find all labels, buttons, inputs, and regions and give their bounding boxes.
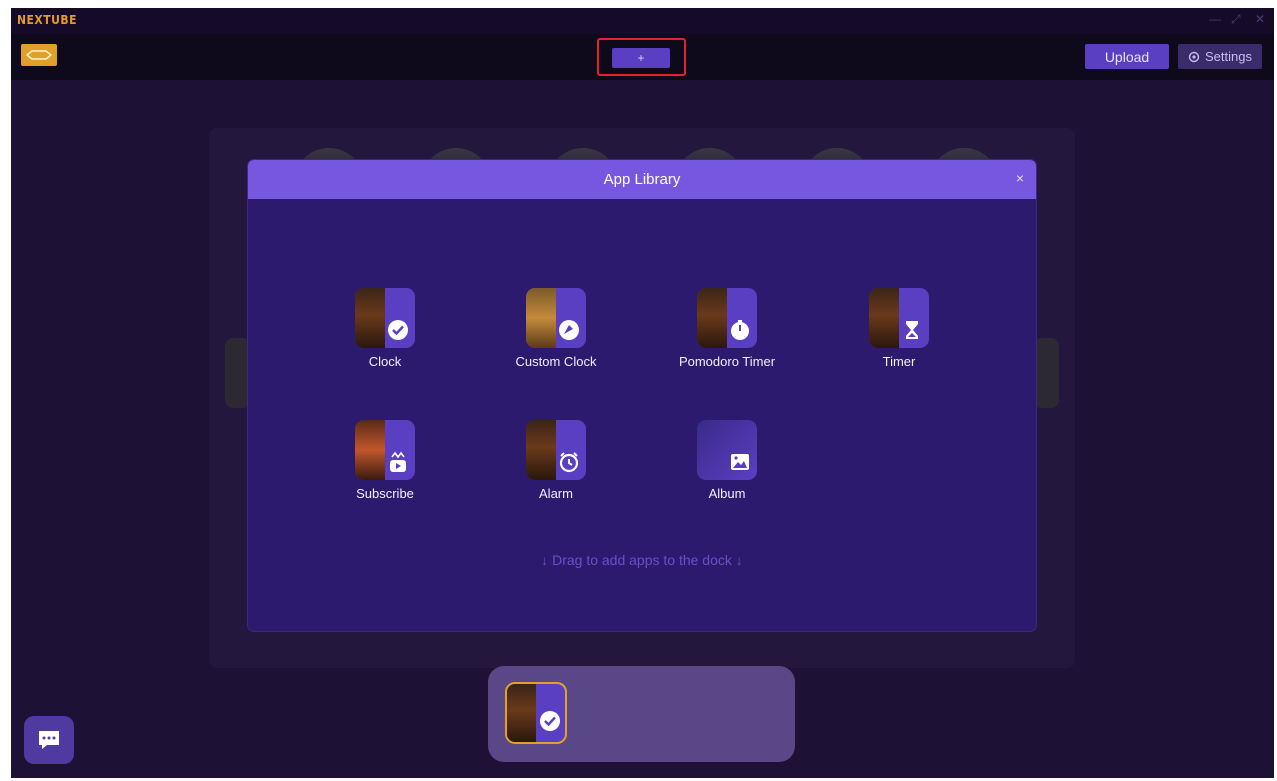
app-tile-pomodoro-timer[interactable]: Pomodoro Timer: [662, 288, 792, 369]
brand-logo: NEXTUBE: [17, 13, 77, 27]
clock-check-icon: [540, 711, 560, 731]
app-tile-timer[interactable]: Timer: [834, 288, 964, 369]
chat-support-button[interactable]: [24, 716, 74, 764]
custom-clock-icon: [526, 288, 586, 348]
hourglass-icon: [869, 288, 929, 348]
close-window-button[interactable]: ✕: [1255, 12, 1265, 26]
add-app-button[interactable]: +: [612, 48, 670, 68]
dock-app-clock[interactable]: [505, 682, 567, 744]
app-tile-alarm[interactable]: Alarm: [491, 420, 621, 501]
app-label: Clock: [368, 354, 402, 369]
title-bar: NEXTUBE — ⤢ ✕: [11, 8, 1274, 34]
drag-hint: ↓ Drag to add apps to the dock ↓: [541, 552, 743, 568]
app-label: Album: [708, 486, 746, 501]
device-button[interactable]: [21, 44, 57, 66]
app-label: Subscribe: [356, 486, 414, 501]
app-library-modal: App Library × Clock Custom Clock Pomodor…: [248, 160, 1036, 631]
maximize-button[interactable]: ⤢: [1231, 12, 1241, 27]
clock-check-icon: [355, 288, 415, 348]
nixie-tube-side: [1033, 338, 1059, 408]
app-label: Pomodoro Timer: [678, 354, 776, 369]
app-tile-custom-clock[interactable]: Custom Clock: [491, 288, 621, 369]
app-dock[interactable]: [488, 666, 795, 762]
settings-button[interactable]: Settings: [1178, 44, 1262, 69]
device-icon: [26, 50, 52, 60]
alarm-icon: [526, 420, 586, 480]
app-label: Custom Clock: [515, 354, 597, 369]
upload-button[interactable]: Upload: [1085, 44, 1169, 69]
chat-icon: [39, 731, 59, 749]
app-tile-clock[interactable]: Clock: [320, 288, 450, 369]
settings-label: Settings: [1205, 49, 1252, 64]
app-window: NEXTUBE — ⤢ ✕ + Upload Settings App Libr…: [11, 8, 1274, 778]
modal-header: App Library ×: [248, 160, 1036, 199]
album-photo-icon: [697, 420, 757, 480]
gear-icon: [1188, 51, 1200, 62]
modal-title: App Library: [603, 171, 681, 188]
toolbar: + Upload Settings: [11, 34, 1274, 80]
minimize-button[interactable]: —: [1209, 12, 1221, 26]
close-icon[interactable]: ×: [1016, 170, 1024, 186]
app-label: Alarm: [539, 486, 573, 501]
youtube-subscribe-icon: [355, 420, 415, 480]
app-tile-album[interactable]: Album: [662, 420, 792, 501]
app-tile-subscribe[interactable]: Subscribe: [320, 420, 450, 501]
pomodoro-icon: [697, 288, 757, 348]
app-label: Timer: [882, 354, 916, 369]
